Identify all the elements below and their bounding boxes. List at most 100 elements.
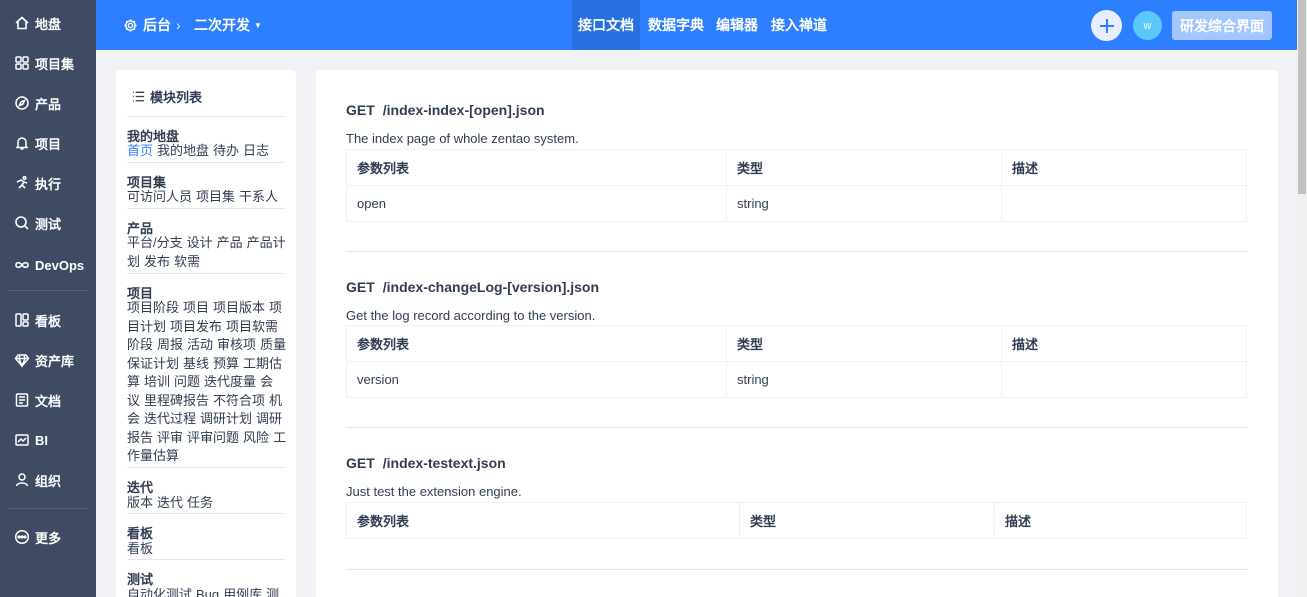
module-link[interactable]: 我的地盘	[157, 143, 209, 158]
api-path: /index-index-[open].json	[382, 102, 545, 118]
module-link[interactable]: 产品	[217, 235, 243, 250]
plus-icon	[1099, 18, 1114, 33]
module-list-title-text: 模块列表	[150, 90, 203, 105]
nav-divider	[8, 290, 88, 291]
nav-item-label: 项目	[35, 136, 62, 152]
tab-label: 接入禅道	[771, 17, 827, 33]
tab-label: 接口文档	[578, 17, 634, 33]
nav-item-doc[interactable]: 文档	[0, 386, 96, 414]
page-scrollbar-thumb[interactable]	[1298, 0, 1306, 194]
module-link[interactable]: 迭代	[157, 495, 183, 510]
tab-label: 编辑器	[716, 17, 758, 33]
module-link[interactable]: 可访问人员	[127, 189, 192, 204]
module-link[interactable]: 项目集	[196, 189, 235, 204]
nav-item-assetlib[interactable]: 资产库	[0, 346, 96, 374]
module-link[interactable]: 风险	[243, 430, 269, 445]
nav-item-test[interactable]: 测试	[0, 209, 96, 237]
switch-interface-button[interactable]: 研发综合界面	[1172, 11, 1272, 40]
module-list-title: 模块列表	[131, 87, 202, 106]
module-link[interactable]: 里程碑报告	[144, 393, 209, 408]
module-link[interactable]: 评审	[157, 430, 183, 445]
module-divider	[127, 162, 285, 163]
api-params-table: 参数列表 类型 描述 open string	[346, 149, 1247, 222]
module-link[interactable]: 软需	[174, 254, 200, 269]
module-link[interactable]: 待办	[213, 143, 239, 158]
breadcrumb-dropdown-label: 二次开发	[194, 17, 250, 33]
module-link[interactable]: 预算	[213, 356, 239, 371]
module-divider	[127, 116, 285, 117]
nav-item-label: 项目集	[35, 56, 75, 72]
module-link[interactable]: 调研计划	[200, 411, 252, 426]
module-link[interactable]: 周报	[157, 337, 183, 352]
module-link[interactable]: 项目	[183, 300, 209, 315]
nav-item-org[interactable]: 组织	[0, 466, 96, 494]
module-link[interactable]: 项目阶段	[127, 300, 179, 315]
nav-item-program[interactable]: 项目集	[0, 49, 96, 77]
module-link[interactable]: 设计	[187, 235, 213, 250]
module-link[interactable]: 版本	[127, 495, 153, 510]
breadcrumb-admin[interactable]: 后台	[123, 0, 171, 50]
create-button[interactable]	[1091, 10, 1122, 41]
nav-item-label: 测试	[35, 216, 62, 232]
grid-icon	[15, 56, 29, 70]
nav-item-project[interactable]: 项目	[0, 129, 96, 157]
module-link[interactable]: 项目版本	[213, 300, 265, 315]
module-link[interactable]: 不符合项	[213, 393, 265, 408]
module-link[interactable]: 项目发布	[170, 319, 222, 334]
module-divider	[127, 559, 285, 560]
tab-connect-zentao[interactable]: 接入禅道	[771, 0, 827, 50]
nav-item-kanban[interactable]: 看板	[0, 306, 96, 334]
module-divider	[127, 273, 285, 274]
module-link[interactable]: 项目软需	[226, 319, 278, 334]
module-link[interactable]: 日志	[243, 143, 269, 158]
module-link[interactable]: 用例库	[223, 587, 262, 597]
module-link[interactable]: 测	[266, 587, 279, 597]
nav-item-bi[interactable]: BI	[0, 426, 96, 454]
api-method: GET	[346, 455, 375, 471]
module-link[interactable]: 评审问题	[187, 430, 239, 445]
module-link[interactable]: 任务	[187, 495, 213, 510]
top-bar: 后台 › 二次开发 ▼ 接口文档 数据字典 编辑器 接入禅道 w 研发综合界面	[96, 0, 1297, 50]
module-link[interactable]: 自动化测试	[127, 587, 192, 597]
tab-data-dictionary[interactable]: 数据字典	[648, 0, 704, 50]
module-group-links: 项目阶段 项目 项目版本 项目计划 项目发布 项目软需阶段 周报 活动 审核项 质量保证计划 基线预…	[127, 299, 287, 466]
module-link[interactable]: 干系人	[239, 189, 278, 204]
api-divider	[346, 251, 1247, 252]
column-header: 参数列表	[346, 502, 740, 539]
module-link[interactable]: 看板	[127, 541, 153, 556]
user-icon	[15, 473, 29, 487]
module-link[interactable]: 问题	[174, 374, 200, 389]
doc-icon	[15, 393, 29, 407]
nav-item-label: 更多	[35, 530, 62, 546]
breadcrumb-dropdown[interactable]: 二次开发 ▼	[194, 0, 262, 50]
module-group-links: 首页 我的地盘 待办 日志	[127, 142, 287, 161]
module-link[interactable]: 阶段	[127, 337, 153, 352]
module-link[interactable]: 迭代度量	[204, 374, 256, 389]
param-desc	[1001, 361, 1247, 398]
user-avatar[interactable]: w	[1133, 11, 1162, 40]
tab-api-doc[interactable]: 接口文档	[572, 0, 640, 50]
nav-item-more[interactable]: 更多	[0, 523, 96, 551]
module-link[interactable]: 活动	[187, 337, 213, 352]
module-link[interactable]: 迭代过程	[144, 411, 196, 426]
module-link[interactable]: 审核项	[217, 337, 256, 352]
module-divider	[127, 208, 285, 209]
module-link[interactable]: Bug	[196, 587, 219, 597]
module-link[interactable]: 培训	[144, 374, 170, 389]
nav-item-execution[interactable]: 执行	[0, 169, 96, 197]
nav-item-product[interactable]: 产品	[0, 89, 96, 117]
module-link[interactable]: 首页	[127, 143, 153, 158]
module-link[interactable]: 基线	[183, 356, 209, 371]
module-link[interactable]: 平台/分支	[127, 235, 183, 250]
gear-icon	[124, 18, 137, 32]
nav-item-devops[interactable]: DevOps	[0, 251, 96, 279]
api-divider	[346, 569, 1247, 570]
column-header: 参数列表	[346, 325, 727, 362]
nav-item-dashboard[interactable]: 地盘	[0, 9, 96, 37]
module-list-panel: 模块列表 我的地盘 首页 我的地盘 待办 日志 项目集 可访问人员 项目集 干系人 产品 …	[116, 70, 296, 597]
module-link[interactable]: 发布	[144, 254, 170, 269]
nav-item-label: DevOps	[35, 257, 85, 273]
tab-editor[interactable]: 编辑器	[716, 0, 758, 50]
api-description: The index page of whole zentao system.	[346, 131, 579, 146]
column-header: 描述	[1001, 149, 1247, 186]
